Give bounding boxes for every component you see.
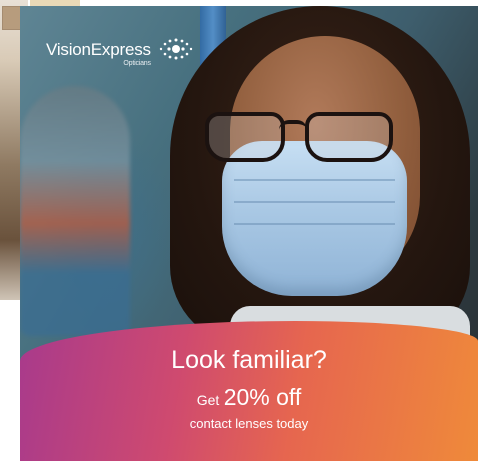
face-mask xyxy=(222,141,407,296)
glasses-lens-right xyxy=(305,112,393,162)
glasses-bridge xyxy=(279,120,307,130)
offer-line: Get 20% off xyxy=(20,386,478,409)
brand-logo: VisionExpress Opticians xyxy=(46,38,195,67)
brand-name: VisionExpress Opticians xyxy=(46,40,151,67)
ad-headline: Look familiar? xyxy=(171,346,327,374)
mask-pleat xyxy=(234,223,395,225)
ad-banner[interactable]: VisionExpress Opticians Look familiar? G… xyxy=(20,6,478,461)
glasses-lens-left xyxy=(205,112,285,162)
eye-dots-icon xyxy=(159,38,193,60)
fogged-glasses xyxy=(205,106,405,162)
background-thumbnail xyxy=(2,6,22,30)
offer-value: 20% off xyxy=(223,384,302,410)
offer-detail: contact lenses today xyxy=(189,416,309,431)
mask-pleat xyxy=(234,179,395,181)
page-viewport: VisionExpress Opticians Look familiar? G… xyxy=(0,0,479,461)
mask-pleat xyxy=(234,201,395,203)
offer-prefix: Get xyxy=(196,392,220,408)
brand-name-text: VisionExpress xyxy=(46,40,151,59)
brand-subtitle: Opticians xyxy=(123,60,151,67)
blurred-background-person xyxy=(20,86,130,336)
